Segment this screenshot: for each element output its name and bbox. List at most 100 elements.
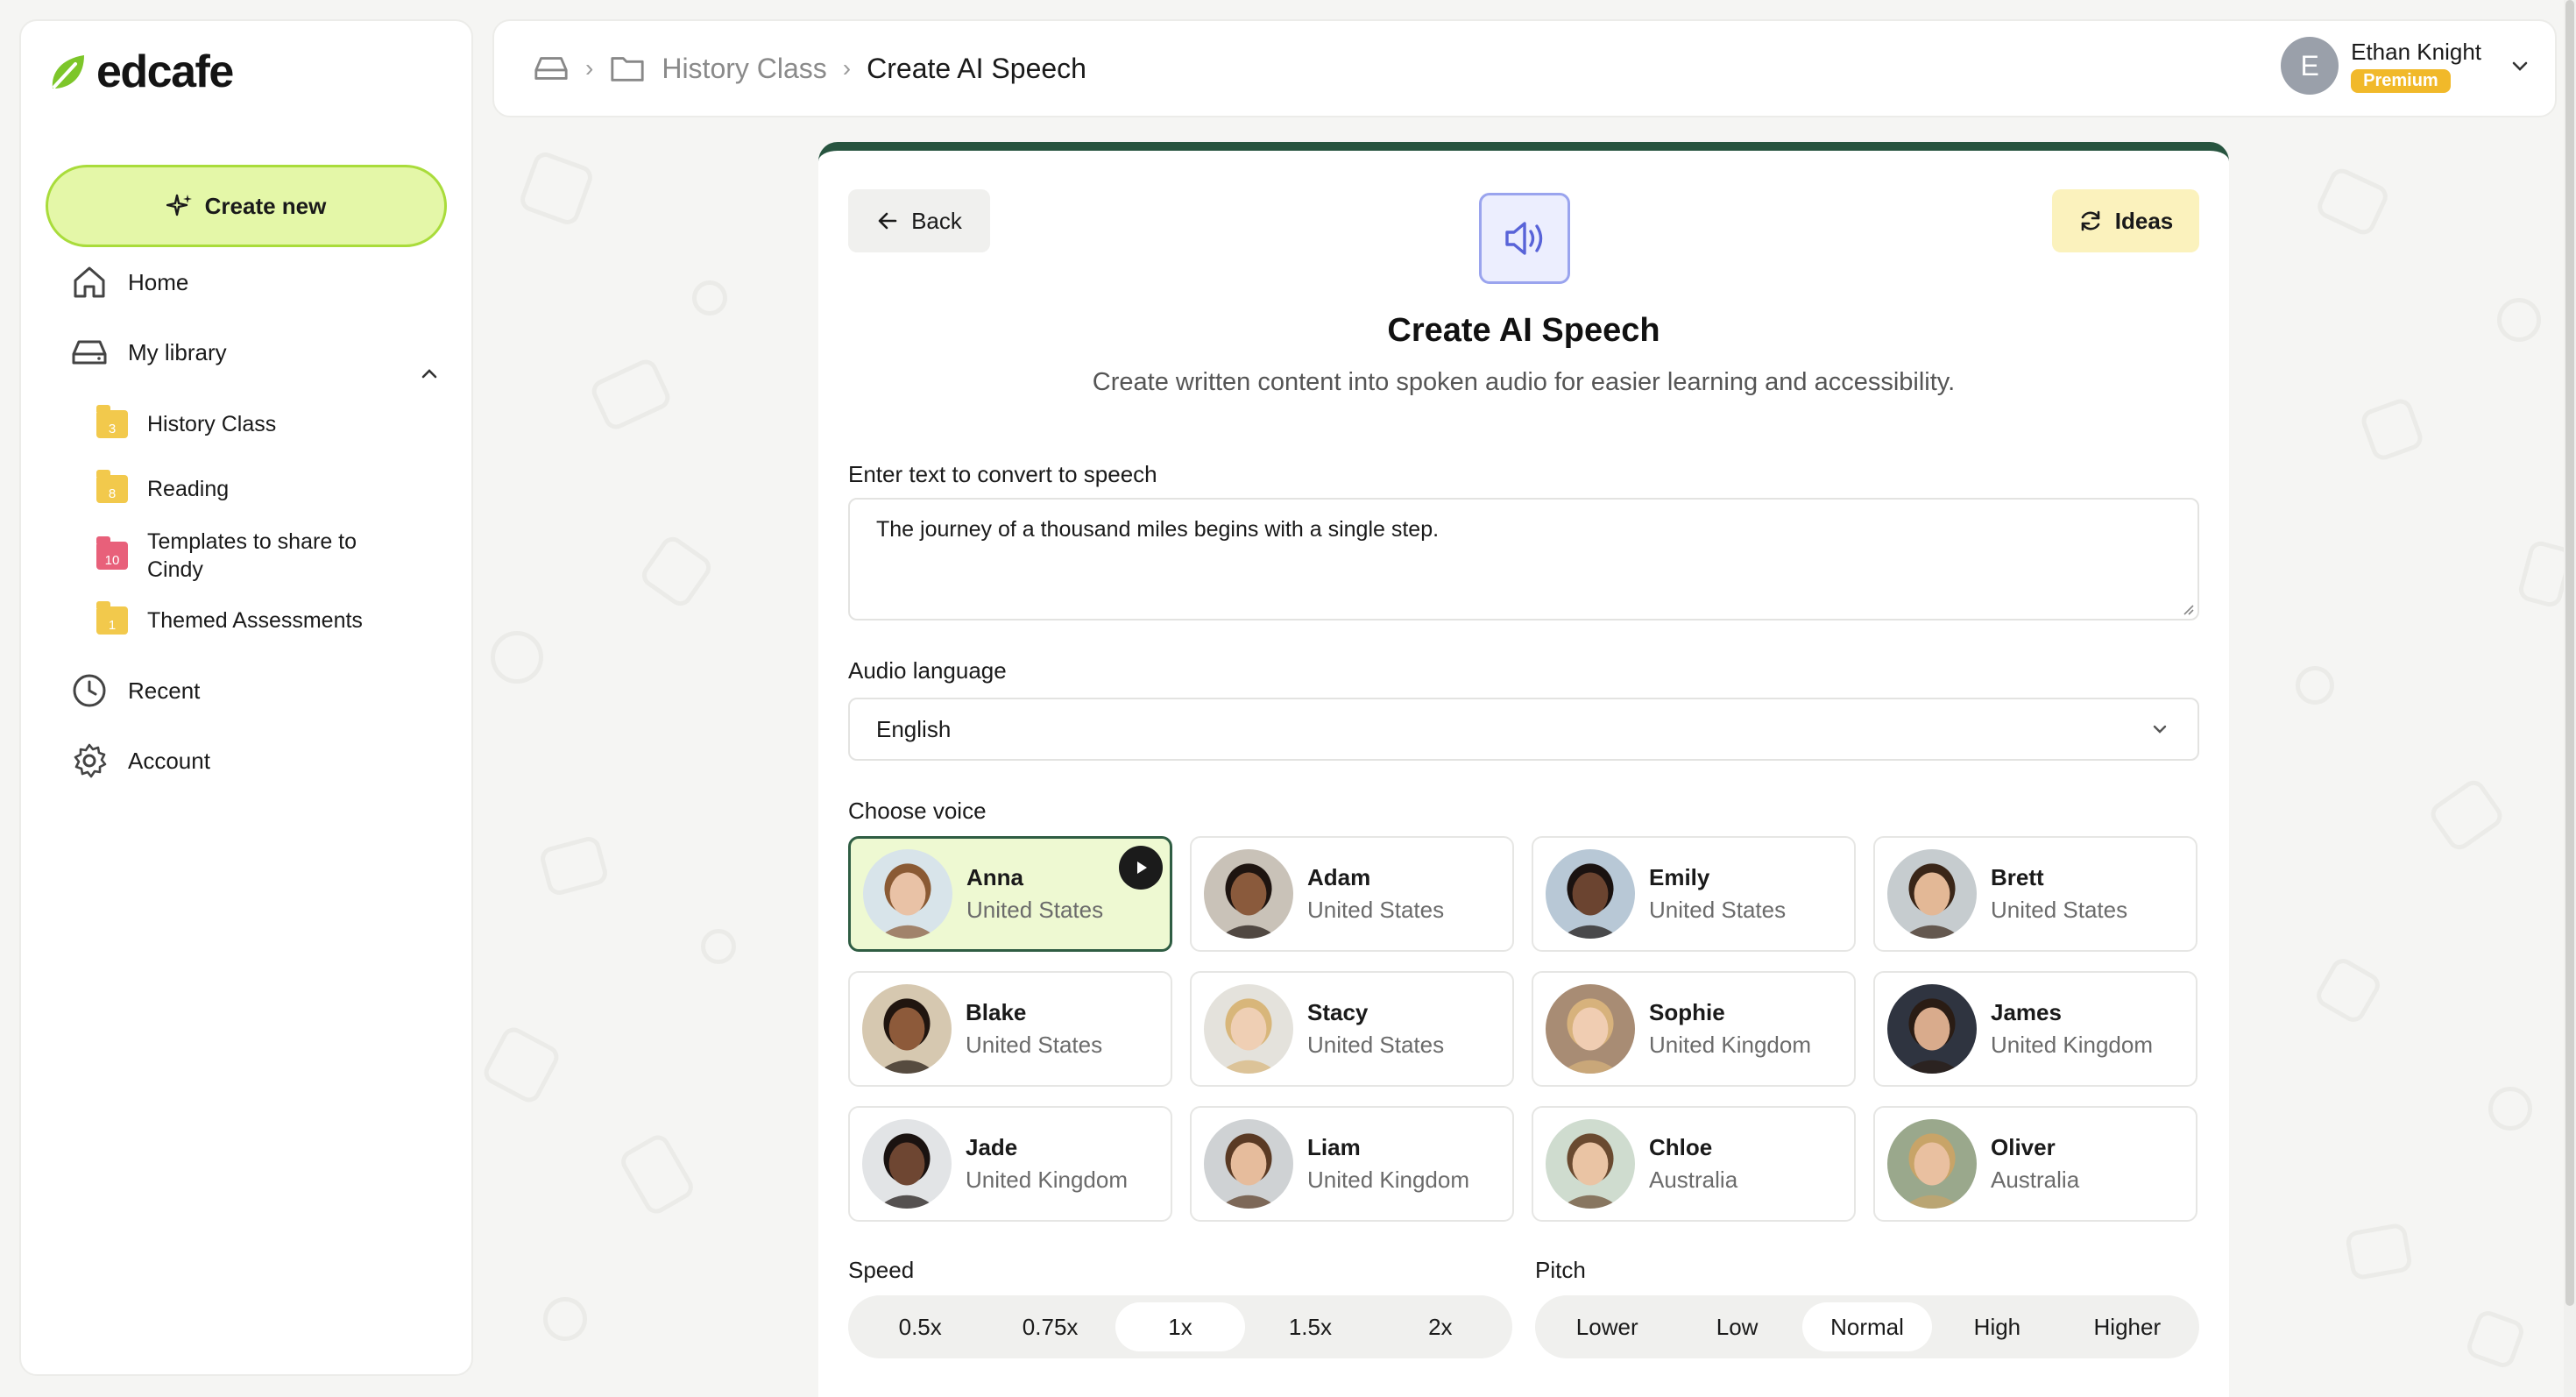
page-title: Create AI Speech: [1387, 312, 1660, 349]
voice-country: United States: [966, 1032, 1103, 1058]
voice-name: Jade: [966, 1134, 1018, 1160]
voice-card-stacy[interactable]: Stacy United States: [1190, 971, 1514, 1087]
gear-icon: [74, 743, 107, 778]
user-name: Ethan Knight: [2351, 39, 2481, 65]
voice-name: Brett: [1991, 864, 2044, 890]
voice-country: United Kingdom: [1649, 1032, 1811, 1058]
brand-logo[interactable]: edcafe: [46, 46, 234, 98]
breadcrumb: › History Class › Create AI Speech: [533, 21, 1086, 116]
nav-recent[interactable]: Recent: [70, 671, 200, 710]
clock-icon: [73, 674, 106, 707]
folder-outline-icon: [611, 57, 644, 82]
voice-avatar: [1546, 849, 1635, 939]
scrollbar-thumb[interactable]: [2565, 0, 2574, 1306]
speed-option[interactable]: 1x: [1115, 1302, 1246, 1351]
breadcrumb-current: Create AI Speech: [867, 52, 1086, 84]
pitch-label: Pitch: [1535, 1257, 1586, 1283]
voice-card-blake[interactable]: Blake United States: [848, 971, 1172, 1087]
pitch-option[interactable]: Lower: [1542, 1302, 1672, 1351]
chevron-up-icon[interactable]: [417, 361, 442, 386]
folder-label: Themed Assessments: [147, 607, 363, 633]
folder-item[interactable]: 3 History Class: [96, 405, 277, 438]
page-subtitle: Create written content into spoken audio…: [1092, 368, 1956, 396]
voice-avatar: [1546, 1119, 1635, 1209]
voice-grid: Anna United States Adam United States Emily U…: [848, 836, 2199, 1222]
text-input-label: Enter text to convert to speech: [848, 461, 1157, 487]
folder-icon: 3: [96, 405, 128, 438]
folder-count: 1: [108, 618, 117, 633]
voice-card-oliver[interactable]: Oliver Australia: [1873, 1106, 2197, 1222]
voice-name: Blake: [966, 999, 1027, 1025]
back-label: Back: [911, 207, 962, 234]
ideas-label: Ideas: [2114, 207, 2174, 234]
chevron-right-icon: ›: [585, 54, 594, 82]
refresh-icon: [2081, 210, 2100, 231]
drive-icon[interactable]: [533, 50, 570, 87]
pitch-option[interactable]: Normal: [1801, 1302, 1933, 1351]
ideas-button[interactable]: Ideas: [2052, 189, 2199, 252]
play-icon[interactable]: [1119, 846, 1163, 890]
voice-card-adam[interactable]: Adam United States: [1190, 836, 1514, 952]
sidebar: edcafe Create new Home My library 3 Hist…: [19, 19, 473, 1376]
speed-label: Speed: [848, 1257, 915, 1283]
nav-my-library-label: My library: [128, 338, 227, 365]
folder-icon: 10: [96, 536, 128, 570]
folder-icon: 8: [96, 470, 128, 503]
back-button[interactable]: Back: [848, 189, 990, 252]
voice-card-jade[interactable]: Jade United Kingdom: [848, 1106, 1172, 1222]
voice-name: Anna: [966, 864, 1023, 890]
voice-card-james[interactable]: James United Kingdom: [1873, 971, 2197, 1087]
create-new-button[interactable]: Create new: [46, 165, 447, 247]
resize-handle-icon[interactable]: [2180, 601, 2194, 615]
speed-option[interactable]: 1.5x: [1245, 1302, 1375, 1351]
pitch-option[interactable]: High: [1932, 1302, 2062, 1351]
language-label: Audio language: [848, 657, 1007, 684]
pitch-option[interactable]: Higher: [2063, 1302, 2192, 1351]
speed-option[interactable]: 0.5x: [855, 1302, 985, 1351]
chevron-down-icon[interactable]: [2508, 53, 2532, 78]
voice-country: United Kingdom: [1307, 1167, 1469, 1193]
brand-name: edcafe: [96, 46, 234, 97]
library-drive-icon: [72, 340, 107, 365]
voice-name: Emily: [1649, 864, 1710, 890]
pitch-option[interactable]: Low: [1672, 1302, 1801, 1351]
voice-avatar: [862, 984, 952, 1074]
voice-card-anna[interactable]: Anna United States: [848, 836, 1172, 952]
chevron-down-icon: [2153, 725, 2167, 734]
voice-country: Australia: [1991, 1167, 2080, 1193]
voice-card-emily[interactable]: Emily United States: [1532, 836, 1856, 952]
leaf-icon: [52, 55, 84, 89]
voice-avatar: [862, 1119, 952, 1209]
speed-option[interactable]: 2x: [1376, 1302, 1505, 1351]
nav-recent-label: Recent: [128, 677, 201, 704]
breadcrumb-folder[interactable]: History Class: [662, 53, 826, 85]
voice-card-liam[interactable]: Liam United Kingdom: [1190, 1106, 1514, 1222]
folder-count: 3: [108, 422, 117, 436]
user-menu[interactable]: E Ethan Knight Premium: [2281, 37, 2532, 95]
voice-avatar: [1204, 1119, 1293, 1209]
speed-option[interactable]: 0.75x: [985, 1302, 1115, 1351]
voice-country: United Kingdom: [1991, 1032, 2153, 1058]
folder-icon: 1: [96, 601, 128, 635]
scrollbar[interactable]: [2564, 0, 2576, 1397]
speech-text-input[interactable]: The journey of a thousand miles begins w…: [848, 498, 2199, 620]
voice-country: United States: [1991, 897, 2128, 923]
nav-my-library[interactable]: My library: [70, 333, 227, 372]
nav-account[interactable]: Account: [70, 741, 210, 780]
nav-home[interactable]: Home: [70, 263, 188, 301]
folder-item[interactable]: 1 Themed Assessments: [96, 601, 363, 635]
folder-item[interactable]: 8 Reading: [96, 470, 229, 503]
folder-label: History Class: [147, 411, 277, 436]
voice-card-chloe[interactable]: Chloe Australia: [1532, 1106, 1856, 1222]
voice-country: United States: [1307, 1032, 1445, 1058]
folder-item[interactable]: 10 Templates to share to Cindy: [96, 528, 401, 584]
nav-account-label: Account: [128, 747, 210, 774]
voice-card-sophie[interactable]: Sophie United Kingdom: [1532, 971, 1856, 1087]
voice-name: Liam: [1307, 1134, 1361, 1160]
language-select[interactable]: English: [848, 698, 2199, 761]
voice-name: James: [1991, 999, 2062, 1025]
folder-count: 10: [104, 553, 120, 568]
sparkle-icon: [166, 194, 192, 216]
voice-card-brett[interactable]: Brett United States: [1873, 836, 2197, 952]
create-new-label: Create new: [204, 192, 327, 219]
